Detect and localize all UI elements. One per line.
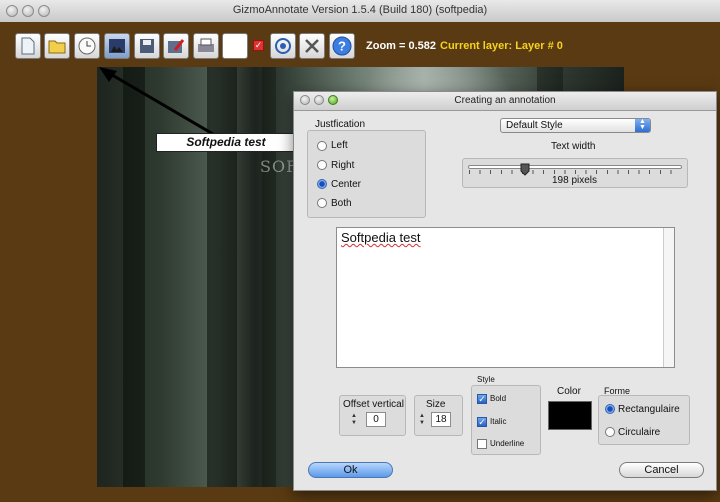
underline-checkbox[interactable]: [477, 439, 487, 449]
help-icon[interactable]: ?: [329, 33, 355, 59]
style-legend: Style: [477, 375, 495, 384]
tools-icon[interactable]: [299, 33, 325, 59]
chevron-updown-icon: ▲ ▼: [635, 118, 650, 132]
save-icon[interactable]: [134, 33, 160, 59]
tree-trunk: [262, 67, 276, 487]
image-icon[interactable]: [104, 33, 130, 59]
window-titlebar: GizmoAnnotate Version 1.5.4 (Build 180) …: [0, 0, 720, 23]
justify-center-radio[interactable]: [317, 179, 327, 189]
justify-right-radio[interactable]: [317, 160, 327, 170]
bold-checkbox[interactable]: ✓: [477, 394, 487, 404]
forme-circulaire-label: Circulaire: [618, 427, 661, 438]
clock-icon[interactable]: [74, 33, 100, 59]
color-label: Color: [557, 386, 581, 397]
justify-both-label: Both: [331, 198, 352, 209]
italic-label: Italic: [490, 417, 507, 426]
offset-vertical-label: Offset vertical: [343, 399, 404, 410]
offset-vertical-stepper[interactable]: ▲ ▼: [351, 413, 359, 429]
layers-icon[interactable]: [270, 33, 296, 59]
justify-left-radio[interactable]: [317, 141, 327, 151]
new-document-icon[interactable]: [15, 33, 41, 59]
text-width-slider-thumb[interactable]: [520, 163, 530, 176]
checkbox-icon[interactable]: ✓: [253, 40, 264, 51]
underline-label: Underline: [490, 439, 525, 448]
size-input[interactable]: 18: [431, 412, 451, 427]
style-select[interactable]: Default Style ▲ ▼: [500, 118, 651, 133]
size-label: Size: [426, 399, 446, 410]
print-icon[interactable]: [193, 33, 219, 59]
annotation-arrow[interactable]: [95, 62, 225, 142]
ok-button[interactable]: Ok: [308, 462, 393, 478]
style-select-value: Default Style: [506, 120, 563, 131]
dialog-title: Creating an annotation: [454, 95, 556, 106]
color-swatch[interactable]: [548, 401, 592, 430]
text-area-scrollbar[interactable]: [663, 228, 674, 367]
justify-both-radio[interactable]: [317, 198, 327, 208]
justification-legend: Justfication: [315, 119, 366, 130]
forme-circulaire-radio[interactable]: [605, 427, 615, 437]
zoom-readout: Zoom = 0.582: [366, 40, 437, 52]
justify-right-label: Right: [331, 160, 355, 171]
size-stepper[interactable]: ▲ ▼: [419, 413, 427, 429]
annotation-dialog: Creating an annotation Justfication Left…: [293, 91, 717, 491]
blank-icon[interactable]: [222, 33, 248, 59]
text-width-label: Text width: [551, 141, 596, 152]
forme-rectangulaire-radio[interactable]: [605, 404, 615, 414]
text-width-value: 198 pixels: [552, 175, 598, 186]
annotation-label[interactable]: Softpedia test: [156, 133, 296, 152]
text-width-slider-track[interactable]: [468, 165, 682, 169]
justify-left-label: Left: [331, 140, 348, 151]
open-folder-icon[interactable]: [44, 33, 70, 59]
edit-image-icon[interactable]: [163, 33, 189, 59]
window-title: GizmoAnnotate Version 1.5.4 (Build 180) …: [232, 4, 488, 16]
cancel-button[interactable]: Cancel: [619, 462, 704, 478]
annotation-text-area[interactable]: Softpedia test: [336, 227, 675, 368]
forme-rectangulaire-label: Rectangulaire: [618, 404, 680, 415]
bold-label: Bold: [490, 394, 507, 403]
justify-center-label: Center: [331, 179, 362, 190]
annotation-text: Softpedia test: [341, 230, 421, 245]
svg-text:?: ?: [338, 39, 346, 54]
dialog-titlebar: Creating an annotation: [294, 92, 716, 111]
offset-vertical-input[interactable]: 0: [366, 412, 386, 427]
slider-ticks: [469, 170, 681, 174]
italic-checkbox[interactable]: ✓: [477, 417, 487, 427]
current-layer-readout: Current layer: Layer # 0: [440, 40, 563, 52]
